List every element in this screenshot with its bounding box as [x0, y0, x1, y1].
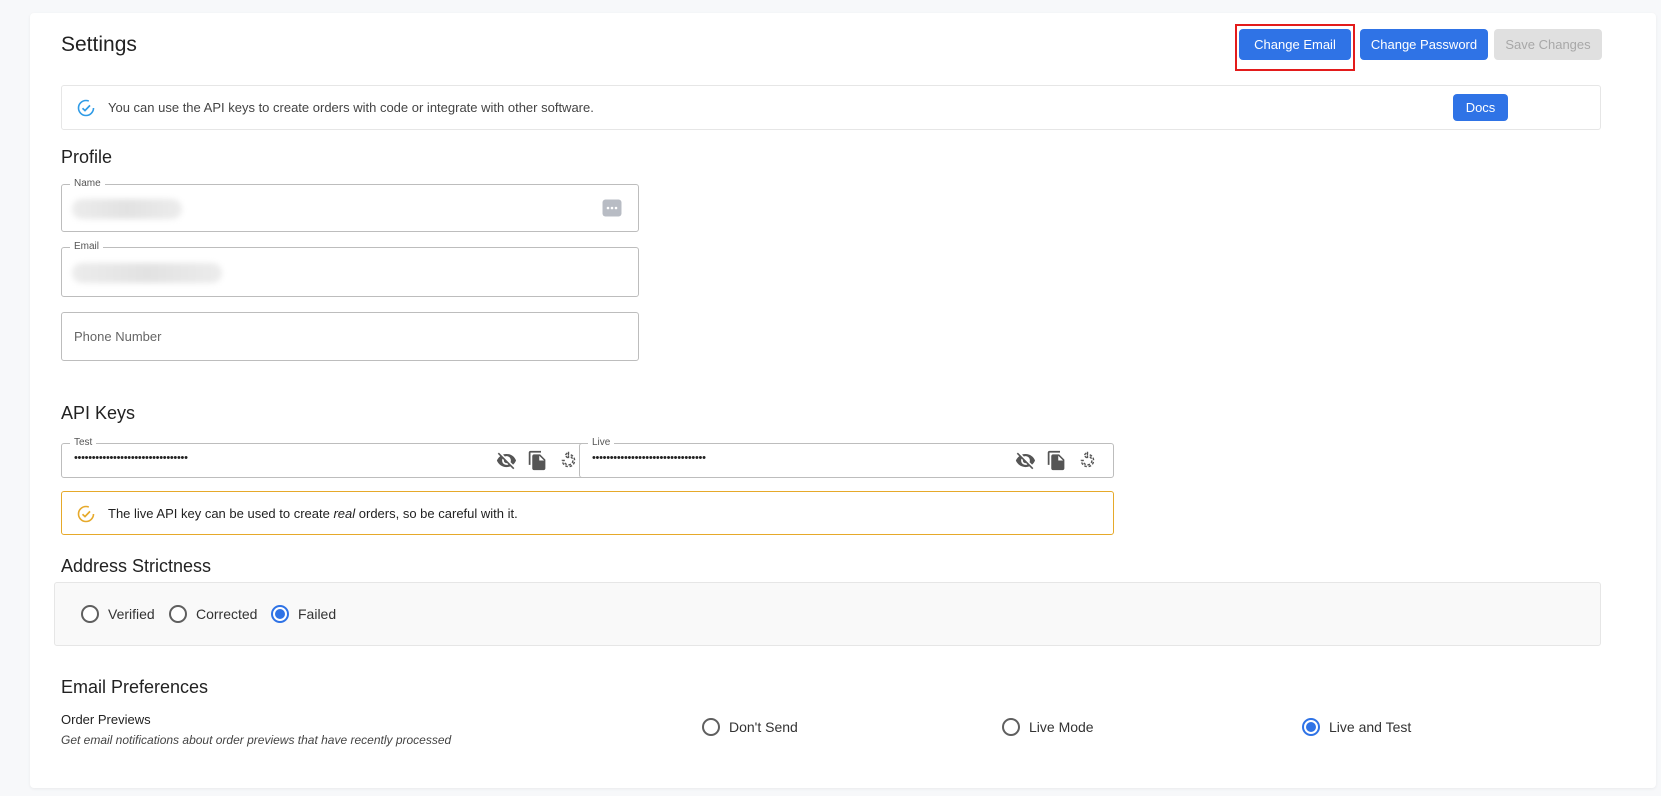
radio-circle[interactable] — [169, 605, 187, 623]
change-email-button[interactable]: Change Email — [1239, 29, 1351, 60]
radio-dont-send[interactable]: Don't Send — [702, 718, 798, 736]
api-keys-title: API Keys — [61, 403, 136, 423]
radio-corrected[interactable]: Corrected — [169, 605, 257, 623]
test-key-value: •••••••••••••••••••••••••••••••• — [74, 452, 188, 464]
radio-circle-selected[interactable] — [1302, 718, 1320, 736]
docs-button[interactable]: Docs — [1453, 94, 1508, 121]
address-strictness-options: Verified Corrected Failed — [54, 582, 1601, 646]
email-preferences-title: Email Preferences — [61, 677, 209, 697]
order-previews-description: Get email notifications about order prev… — [61, 733, 452, 747]
test-key-field[interactable]: Test •••••••••••••••••••••••••••••••• — [61, 437, 595, 478]
eye-off-icon[interactable] — [1015, 450, 1036, 476]
check-circle-icon — [77, 99, 95, 122]
more-icon[interactable] — [602, 199, 622, 222]
live-key-warning: The live API key can be used to create r… — [61, 491, 1114, 535]
check-circle-icon — [77, 505, 95, 528]
eye-off-icon[interactable] — [496, 450, 517, 476]
address-strictness-title: Address Strictness — [61, 556, 212, 576]
radio-circle[interactable] — [81, 605, 99, 623]
page-title: Settings — [61, 33, 137, 56]
radio-circle-selected[interactable] — [271, 605, 289, 623]
radio-live-mode[interactable]: Live Mode — [1002, 718, 1094, 736]
name-field[interactable]: Name — [61, 178, 639, 232]
copy-icon[interactable] — [1046, 450, 1067, 476]
profile-title: Profile — [61, 147, 113, 167]
live-key-field[interactable]: Live •••••••••••••••••••••••••••••••• — [579, 437, 1114, 478]
radio-failed[interactable]: Failed — [271, 605, 336, 623]
email-label: Email — [70, 241, 104, 252]
radio-live-and-test[interactable]: Live and Test — [1302, 718, 1411, 736]
live-key-label: Live — [588, 437, 615, 448]
save-changes-button[interactable]: Save Changes — [1494, 29, 1602, 60]
name-value-redacted — [72, 199, 182, 219]
radio-verified[interactable]: Verified — [81, 605, 155, 623]
phone-placeholder: Phone Number — [74, 329, 162, 344]
order-previews-label: Order Previews — [61, 712, 151, 727]
settings-card: Settings Change Email Change Password Sa… — [30, 13, 1656, 788]
live-key-warning-text: The live API key can be used to create r… — [108, 506, 518, 521]
api-info-text: You can use the API keys to create order… — [108, 100, 594, 115]
name-label: Name — [70, 178, 105, 189]
email-value-redacted — [72, 263, 222, 283]
refresh-icon[interactable] — [1077, 450, 1098, 476]
copy-icon[interactable] — [527, 450, 548, 476]
radio-circle[interactable] — [1002, 718, 1020, 736]
refresh-icon[interactable] — [558, 450, 579, 476]
change-password-button[interactable]: Change Password — [1360, 29, 1488, 60]
radio-circle[interactable] — [702, 718, 720, 736]
phone-field[interactable]: Phone Number — [61, 312, 639, 361]
api-info-banner: You can use the API keys to create order… — [61, 85, 1601, 130]
test-key-label: Test — [70, 437, 97, 448]
live-key-value: •••••••••••••••••••••••••••••••• — [592, 452, 706, 464]
email-field[interactable]: Email — [61, 241, 639, 297]
